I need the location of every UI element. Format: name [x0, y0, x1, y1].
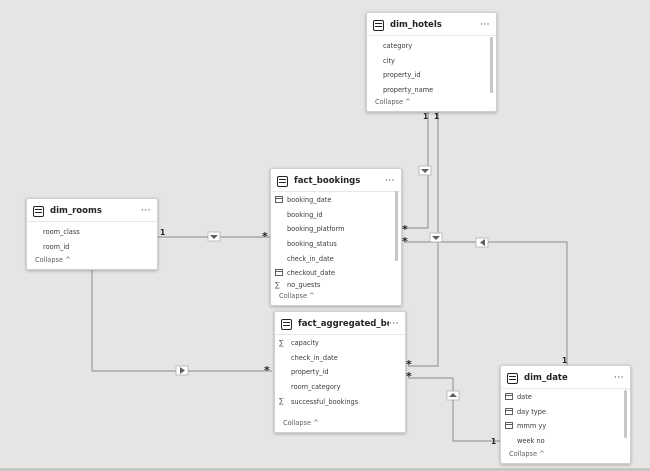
table-card-dim-date[interactable]: dim_date ··· date day type mmm yy week n… [500, 365, 631, 464]
rel-rooms-aggregated [91, 270, 272, 372]
more-options-icon[interactable]: ··· [389, 319, 399, 329]
collapse-button[interactable]: Collapse ^ [279, 292, 315, 300]
scrollbar[interactable] [395, 191, 398, 261]
table-icon [277, 175, 288, 187]
field-row[interactable]: date [501, 390, 630, 405]
more-options-icon[interactable]: ··· [480, 20, 490, 30]
cardinality-many: * [406, 370, 412, 383]
more-options-icon[interactable]: ··· [141, 206, 151, 216]
field-row[interactable]: checkout_date [271, 266, 401, 281]
collapse-button[interactable]: Collapse ^ [35, 256, 71, 264]
table-header[interactable]: fact_aggregated_booki... ··· [275, 314, 405, 335]
table-icon [373, 19, 384, 31]
scrollbar[interactable] [624, 390, 627, 438]
field-row[interactable]: room_class [27, 225, 157, 240]
table-header[interactable]: dim_hotels ··· [367, 15, 496, 36]
field-row[interactable]: room_id [27, 240, 157, 255]
cardinality-many: * [406, 358, 412, 371]
table-card-dim-rooms[interactable]: dim_rooms ··· room_class room_id Collaps… [26, 198, 158, 270]
table-icon [281, 318, 292, 330]
field-row[interactable]: check_in_date [271, 251, 401, 266]
field-row[interactable]: ∑ no_guests [271, 281, 401, 289]
table-card-fact-bookings[interactable]: fact_bookings ··· booking_date booking_i… [270, 168, 402, 306]
text-icon [505, 407, 513, 415]
table-title: dim_date [524, 373, 568, 383]
more-options-icon[interactable]: ··· [385, 176, 395, 186]
table-card-dim-hotels[interactable]: dim_hotels ··· category city property_id… [366, 12, 497, 112]
field-row[interactable]: mmm yy [501, 419, 630, 434]
field-row[interactable]: booking_date [271, 193, 401, 208]
field-row[interactable]: booking_status [271, 237, 401, 252]
calendar-icon [505, 393, 513, 400]
cardinality-many: * [402, 223, 408, 236]
calendar-icon [505, 422, 513, 430]
field-row[interactable]: booking_platform [271, 222, 401, 237]
cardinality-many: * [402, 235, 408, 248]
field-row[interactable]: check_in_date [275, 351, 405, 366]
table-header[interactable]: fact_bookings ··· [271, 171, 401, 192]
scrollbar[interactable] [490, 37, 493, 93]
cardinality-one: 1 [423, 112, 429, 121]
sigma-icon: ∑ [279, 339, 284, 347]
more-options-icon[interactable]: ··· [614, 373, 624, 383]
rel-date-bookings [404, 241, 568, 365]
table-title: dim_rooms [50, 206, 102, 216]
table-icon [33, 205, 44, 217]
cardinality-many: * [262, 230, 268, 243]
field-row[interactable]: ∑ successful_bookings [275, 394, 405, 409]
field-row[interactable]: city [367, 54, 496, 69]
rel-date-aggregated [408, 377, 500, 442]
sigma-icon: ∑ [275, 280, 280, 289]
collapse-button[interactable]: Collapse ^ [375, 98, 411, 106]
field-row[interactable]: room_category [275, 380, 405, 395]
field-row[interactable]: category [367, 39, 496, 54]
field-row[interactable]: ∑ capacity [275, 336, 405, 351]
field-row[interactable]: week no [501, 434, 630, 449]
table-title: dim_hotels [390, 20, 442, 30]
field-row[interactable]: booking_id [271, 208, 401, 223]
cardinality-many: * [264, 364, 270, 377]
table-card-fact-aggregated-bookings[interactable]: fact_aggregated_booki... ··· ∑capacity c… [274, 311, 406, 433]
field-row[interactable]: property_id [275, 365, 405, 380]
field-row[interactable]: property_name [367, 83, 496, 98]
calendar-icon [275, 196, 283, 203]
sigma-icon: ∑ [279, 397, 284, 406]
field-row[interactable]: day type [501, 405, 630, 420]
table-title: fact_aggregated_booki... [298, 319, 389, 329]
field-row[interactable]: property_id [367, 68, 496, 83]
table-header[interactable]: dim_date ··· [501, 368, 630, 389]
cardinality-one: 1 [562, 356, 568, 365]
collapse-button[interactable]: Collapse ^ [283, 419, 319, 427]
cardinality-one: 1 [160, 228, 166, 237]
calendar-icon [275, 268, 283, 276]
cardinality-one: 1 [434, 112, 440, 121]
collapse-button[interactable]: Collapse ^ [509, 450, 545, 458]
cardinality-one: 1 [491, 437, 497, 446]
table-title: fact_bookings [294, 176, 361, 186]
table-header[interactable]: dim_rooms ··· [27, 201, 157, 222]
table-icon [507, 372, 518, 384]
